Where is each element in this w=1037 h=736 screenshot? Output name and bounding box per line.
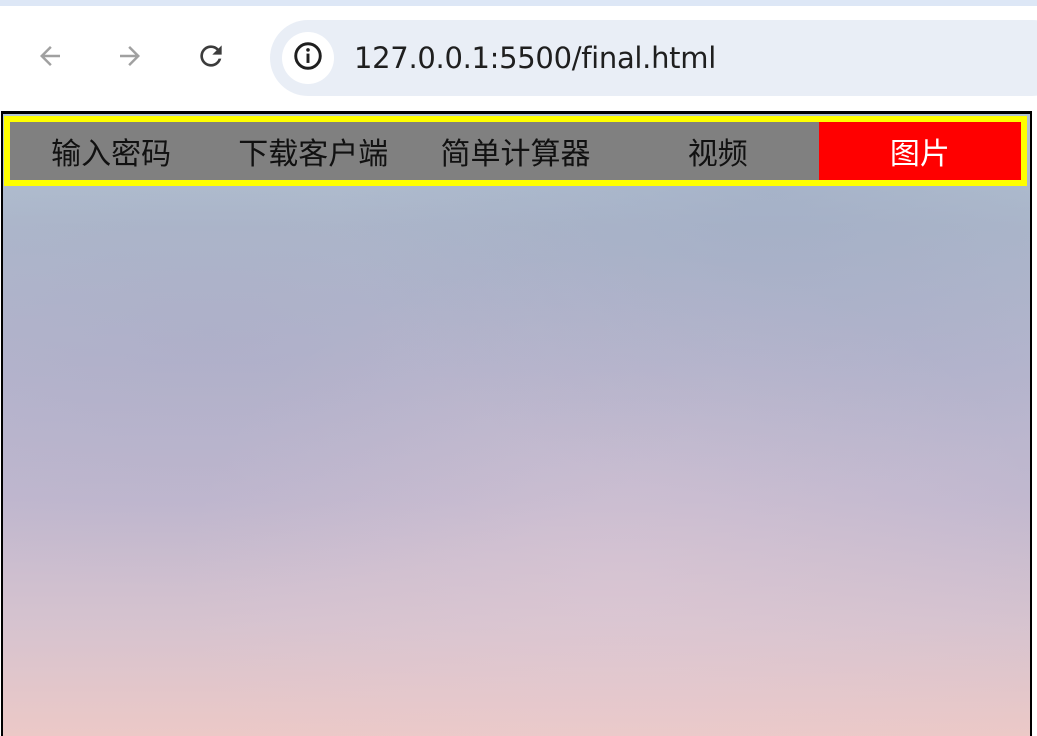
nav-item-video[interactable]: 视频 [617,122,819,180]
page-viewport: 输入密码 下载客户端 简单计算器 视频 图片 [0,111,1037,736]
reload-button[interactable] [189,34,233,78]
nav-item-calculator[interactable]: 简单计算器 [414,122,616,180]
forward-button[interactable] [108,34,152,78]
url-text[interactable]: 127.0.0.1:5500/final.html [354,20,716,96]
arrow-right-icon [115,41,145,71]
nav-item-download-client[interactable]: 下载客户端 [212,122,414,180]
nav-item-images[interactable]: 图片 [818,122,1022,180]
page-container: 输入密码 下载客户端 简单计算器 视频 图片 [1,111,1032,736]
site-info-button[interactable] [282,32,334,84]
address-bar[interactable]: 127.0.0.1:5500/final.html [270,20,1037,96]
browser-toolbar: 127.0.0.1:5500/final.html [0,6,1037,111]
back-button[interactable] [28,34,72,78]
main-nav: 输入密码 下载客户端 简单计算器 视频 图片 [4,116,1027,186]
reload-icon [195,40,227,72]
info-icon [292,40,324,76]
arrow-left-icon [35,41,65,71]
sky-background-image [3,114,1030,736]
nav-item-password[interactable]: 输入密码 [10,122,212,180]
